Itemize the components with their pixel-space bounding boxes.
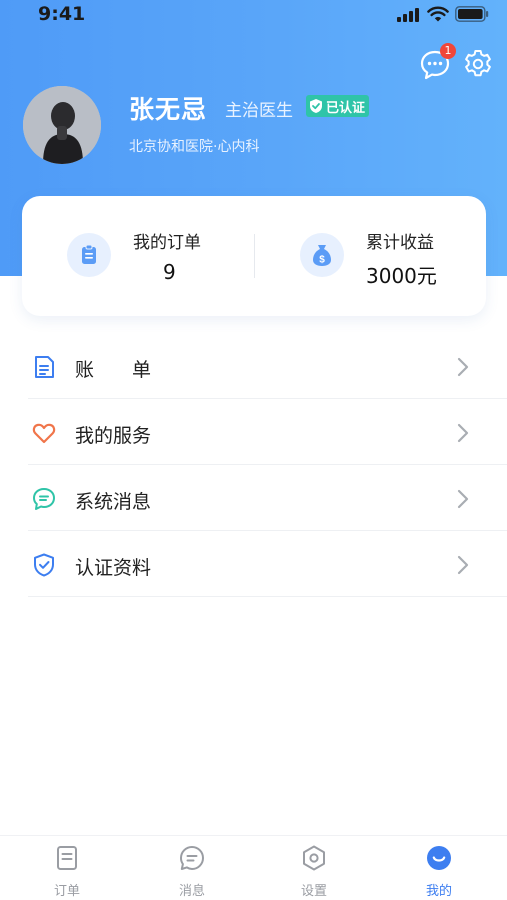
clipboard-icon xyxy=(67,233,111,277)
tab-label: 我的 xyxy=(425,884,452,899)
profile-screen: 9:41 1 张无忌 主治医生 已认证 北京协和医院·心内科 我的订单 9 $ … xyxy=(0,0,507,900)
heart-icon xyxy=(32,423,56,444)
orders-stat[interactable]: 我的订单 9 xyxy=(22,196,254,316)
hospital-department: 北京协和医院·心内科 xyxy=(129,139,260,155)
chevron-right-icon xyxy=(457,489,469,509)
avatar[interactable] xyxy=(23,86,101,164)
earnings-value: 3000元 xyxy=(366,264,437,288)
chevron-right-icon xyxy=(457,555,469,575)
menu-item-label: 认证资料 xyxy=(75,557,152,579)
earnings-label: 累计收益 xyxy=(366,233,434,253)
message-badge: 1 xyxy=(440,43,456,59)
verified-shield-icon xyxy=(310,99,322,113)
chevron-right-icon xyxy=(457,423,469,443)
menu-item-bill[interactable]: 账 单 xyxy=(0,333,507,399)
message-icon xyxy=(180,846,204,870)
chat-bubble-icon xyxy=(33,488,55,510)
tab-label: 订单 xyxy=(53,884,80,899)
tab-label: 消息 xyxy=(178,884,205,899)
avatar-photo xyxy=(23,86,101,164)
doctor-name: 张无忌 xyxy=(129,95,208,124)
menu-item-my-services[interactable]: 我的服务 xyxy=(0,399,507,465)
verified-label: 已认证 xyxy=(326,100,366,116)
wifi-icon xyxy=(427,6,449,22)
chevron-right-icon xyxy=(457,357,469,377)
menu-list: 账 单 我的服务 系统消息 认证资料 xyxy=(0,333,507,597)
bottom-tab-bar: 订单 消息 设置 我的 xyxy=(0,835,507,900)
settings-hexagon-icon xyxy=(303,845,325,871)
svg-text:$: $ xyxy=(319,255,325,266)
signal-icon xyxy=(397,8,421,22)
gear-icon[interactable] xyxy=(462,48,494,80)
bill-document-icon xyxy=(35,356,54,378)
tab-mine[interactable]: 我的 xyxy=(376,836,502,900)
tab-messages[interactable]: 消息 xyxy=(129,836,255,900)
smile-icon xyxy=(427,846,451,870)
shield-check-icon xyxy=(34,553,54,577)
tab-settings[interactable]: 设置 xyxy=(251,836,377,900)
status-time: 9:41 xyxy=(38,3,86,25)
stats-card: 我的订单 9 $ 累计收益 3000元 xyxy=(22,196,486,316)
tab-label: 设置 xyxy=(300,884,327,899)
battery-icon xyxy=(455,6,489,22)
orders-value: 9 xyxy=(163,260,176,284)
status-bar: 9:41 xyxy=(0,0,507,30)
verified-badge: 已认证 xyxy=(306,95,370,117)
money-bag-icon: $ xyxy=(300,233,344,277)
menu-item-certification[interactable]: 认证资料 xyxy=(0,531,507,597)
earnings-stat[interactable]: $ 累计收益 3000元 xyxy=(254,196,486,316)
divider xyxy=(28,596,507,597)
tab-orders[interactable]: 订单 xyxy=(4,836,130,900)
menu-item-label: 系统消息 xyxy=(75,491,152,513)
doctor-title: 主治医生 xyxy=(225,101,293,121)
menu-item-label: 我的服务 xyxy=(75,425,152,447)
order-document-icon xyxy=(57,846,77,870)
menu-item-system-messages[interactable]: 系统消息 xyxy=(0,465,507,531)
menu-item-label: 账 单 xyxy=(75,359,152,381)
orders-label: 我的订单 xyxy=(133,233,201,253)
